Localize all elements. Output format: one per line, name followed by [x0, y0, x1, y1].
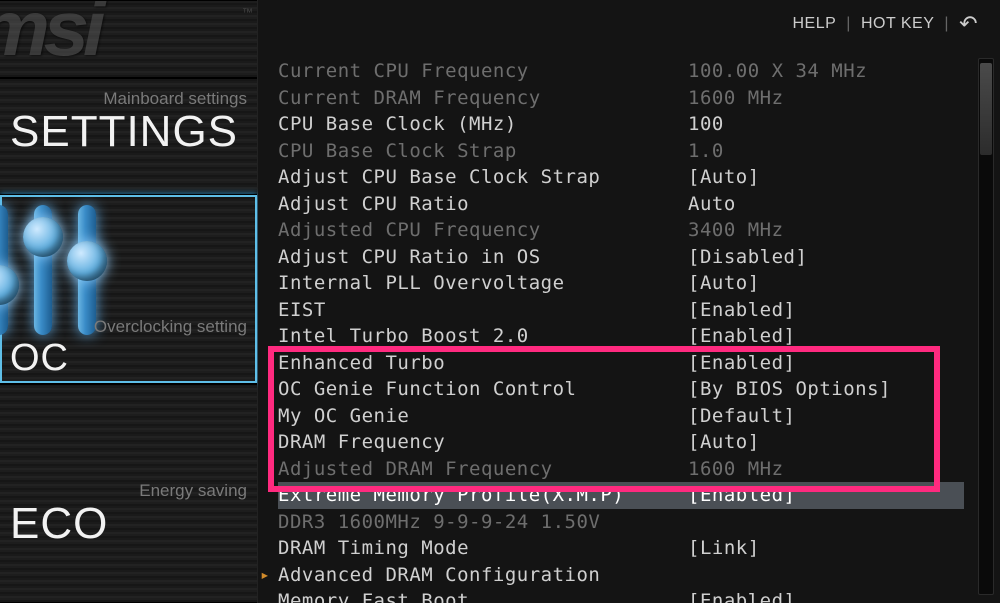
setting-row[interactable]: ▸Advanced DRAM Configuration [278, 562, 964, 589]
setting-value: [Auto] [688, 166, 964, 188]
setting-value: [Auto] [688, 272, 964, 294]
setting-label: DRAM Frequency [278, 431, 688, 453]
setting-label: Advanced DRAM Configuration [278, 564, 688, 586]
setting-label: CPU Base Clock Strap [278, 140, 688, 162]
brand-logo: msi [0, 0, 99, 74]
setting-row: CPU Base Clock Strap1.0 [278, 138, 964, 165]
scroll-thumb[interactable] [980, 63, 992, 155]
setting-row[interactable]: Adjust CPU Ratio in OS[Disabled] [278, 244, 964, 271]
setting-label: DDR3 1600MHz 9-9-9-24 1.50V [278, 511, 688, 533]
hotkey-button[interactable]: HOT KEY [861, 15, 934, 33]
brand-panel: msi ™ [0, 0, 257, 78]
setting-label: EIST [278, 299, 688, 321]
setting-label: Enhanced Turbo [278, 352, 688, 374]
setting-value: [Link] [688, 537, 964, 559]
setting-value: [By BIOS Options] [688, 378, 964, 400]
setting-row[interactable]: My OC Genie[Default] [278, 403, 964, 430]
topbar: HELP | HOT KEY | ↶ [258, 0, 1000, 48]
setting-row[interactable]: Enhanced Turbo[Enabled] [278, 350, 964, 377]
setting-value: [Auto] [688, 431, 964, 453]
setting-value: [Enabled] [688, 299, 964, 321]
scrollbar[interactable] [978, 58, 994, 595]
setting-value: [Enabled] [688, 484, 964, 506]
sidebar-item-eco[interactable]: Energy saving ECO [0, 384, 257, 603]
setting-row[interactable]: Internal PLL Overvoltage[Auto] [278, 270, 964, 297]
setting-value: [Enabled] [688, 325, 964, 347]
setting-label: Current DRAM Frequency [278, 87, 688, 109]
setting-label: Adjust CPU Ratio in OS [278, 246, 688, 268]
setting-row[interactable]: Adjust CPU Base Clock Strap[Auto] [278, 164, 964, 191]
setting-label: My OC Genie [278, 405, 688, 427]
setting-row: Current CPU Frequency100.00 X 34 MHz [278, 58, 964, 85]
setting-value: 100 [688, 113, 964, 135]
setting-value: 100.00 X 34 MHz [688, 60, 964, 82]
setting-row[interactable]: DRAM Timing Mode[Link] [278, 535, 964, 562]
setting-row[interactable]: Intel Turbo Boost 2.0[Enabled] [278, 323, 964, 350]
setting-value: [Default] [688, 405, 964, 427]
setting-row[interactable]: DRAM Frequency[Auto] [278, 429, 964, 456]
brand-tm: ™ [242, 7, 253, 19]
sidebar-item-oc[interactable]: Overclocking setting OC [0, 194, 257, 384]
setting-row: Adjusted CPU Frequency3400 MHz [278, 217, 964, 244]
setting-label: Adjust CPU Base Clock Strap [278, 166, 688, 188]
setting-value: 1600 MHz [688, 87, 964, 109]
setting-row: DDR3 1600MHz 9-9-9-24 1.50V [278, 509, 964, 536]
sidebar-title: SETTINGS [10, 109, 247, 155]
setting-label: OC Genie Function Control [278, 378, 688, 400]
setting-value: 1.0 [688, 140, 964, 162]
sidebar-caption: Mainboard settings [10, 89, 247, 109]
setting-label: Adjust CPU Ratio [278, 193, 688, 215]
setting-label: Adjusted CPU Frequency [278, 219, 688, 241]
setting-row: Adjusted DRAM Frequency1600 MHz [278, 456, 964, 483]
setting-value: [Disabled] [688, 246, 964, 268]
sidebar-caption: Energy saving [10, 481, 247, 501]
setting-label: CPU Base Clock (MHz) [278, 113, 688, 135]
setting-value: 3400 MHz [688, 219, 964, 241]
sidebar-title: OC [10, 339, 69, 379]
setting-row[interactable]: EIST[Enabled] [278, 297, 964, 324]
setting-value: Auto [688, 193, 964, 215]
chevron-right-icon: ▸ [260, 565, 270, 584]
setting-label: Current CPU Frequency [278, 60, 688, 82]
setting-row: Current DRAM Frequency1600 MHz [278, 85, 964, 112]
sidebar-item-settings[interactable]: Mainboard settings SETTINGS [0, 78, 257, 194]
setting-row[interactable]: OC Genie Function Control[By BIOS Option… [278, 376, 964, 403]
settings-list: Current CPU Frequency100.00 X 34 MHzCurr… [258, 48, 1000, 603]
setting-label: Intel Turbo Boost 2.0 [278, 325, 688, 347]
sidebar: msi ™ Mainboard settings SETTINGS Overcl… [0, 0, 258, 603]
sidebar-caption: Overclocking setting [94, 317, 247, 337]
separator: | [944, 15, 949, 33]
setting-label: Internal PLL Overvoltage [278, 272, 688, 294]
setting-row[interactable]: Adjust CPU RatioAuto [278, 191, 964, 218]
setting-row[interactable]: Memory Fast Boot[Enabled] [278, 588, 964, 603]
setting-label: Memory Fast Boot [278, 590, 688, 603]
setting-value: 1600 MHz [688, 458, 964, 480]
setting-label: DRAM Timing Mode [278, 537, 688, 559]
main-panel: HELP | HOT KEY | ↶ Current CPU Frequency… [258, 0, 1000, 603]
setting-label: Extreme Memory Profile(X.M.P) [278, 484, 688, 506]
sidebar-title: ECO [10, 501, 247, 547]
separator: | [846, 15, 851, 33]
setting-value: [Enabled] [688, 352, 964, 374]
help-button[interactable]: HELP [793, 15, 837, 33]
setting-row[interactable]: Extreme Memory Profile(X.M.P)[Enabled] [278, 482, 964, 509]
back-icon[interactable]: ↶ [959, 13, 978, 35]
setting-row[interactable]: CPU Base Clock (MHz)100 [278, 111, 964, 138]
setting-value: [Enabled] [688, 590, 964, 603]
setting-label: Adjusted DRAM Frequency [278, 458, 688, 480]
